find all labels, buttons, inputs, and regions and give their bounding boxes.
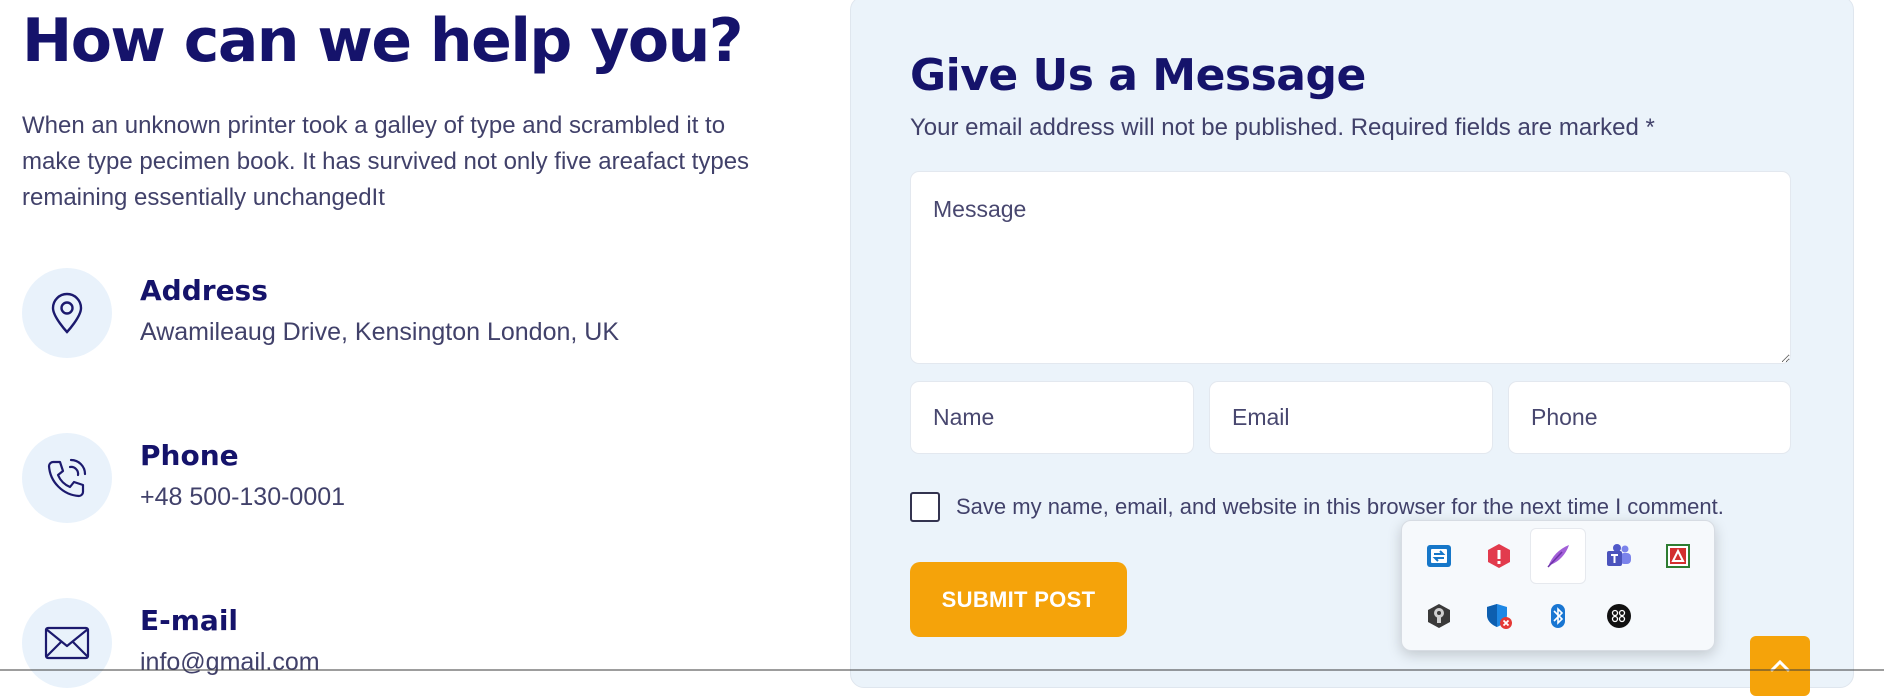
sync-app-icon[interactable] (1411, 528, 1467, 584)
remember-checkbox[interactable] (910, 492, 940, 522)
phone-icon (22, 433, 112, 523)
feather-app-icon[interactable] (1530, 528, 1586, 584)
address-block: Address Awamileaug Drive, Kensington Lon… (22, 268, 822, 360)
pdf-app-icon[interactable] (1650, 528, 1706, 584)
scroll-to-top-button[interactable] (1750, 636, 1810, 696)
security-alert-icon[interactable] (1471, 528, 1527, 584)
defender-warning-icon[interactable] (1471, 588, 1527, 644)
intro-text: When an unknown printer took a galley of… (22, 112, 750, 211)
page-heading: How can we help you? (22, 6, 744, 76)
bang-olufsen-icon[interactable] (1591, 588, 1647, 644)
remember-row: Save my name, email, and website in this… (910, 491, 1724, 523)
teams-icon[interactable] (1591, 528, 1647, 584)
bluetooth-icon[interactable] (1530, 588, 1586, 644)
map-pin-icon (22, 268, 112, 358)
submit-post-button[interactable]: SUBMIT POST (910, 562, 1127, 637)
phone-input[interactable] (1508, 381, 1791, 454)
remember-label: Save my name, email, and website in this… (956, 494, 1724, 519)
system-tray-overflow (1401, 520, 1715, 651)
email-input[interactable] (1209, 381, 1493, 454)
address-value: Awamileaug Drive, Kensington London, UK (140, 318, 619, 346)
phone-title: Phone (140, 439, 239, 472)
form-subtitle: Your email address will not be published… (910, 114, 1655, 141)
email-block: E-mail info@gmail.com (22, 598, 822, 690)
email-title: E-mail (140, 604, 239, 637)
form-title: Give Us a Message (910, 50, 1366, 101)
phone-block: Phone +48 500-130-0001 (22, 433, 822, 525)
name-input[interactable] (910, 381, 1194, 454)
message-textarea[interactable] (910, 171, 1791, 364)
keyhole-app-icon[interactable] (1411, 588, 1467, 644)
mail-icon (22, 598, 112, 688)
address-title: Address (140, 274, 268, 307)
phone-value: +48 500-130-0001 (140, 483, 346, 511)
email-value: info@gmail.com (140, 648, 320, 676)
